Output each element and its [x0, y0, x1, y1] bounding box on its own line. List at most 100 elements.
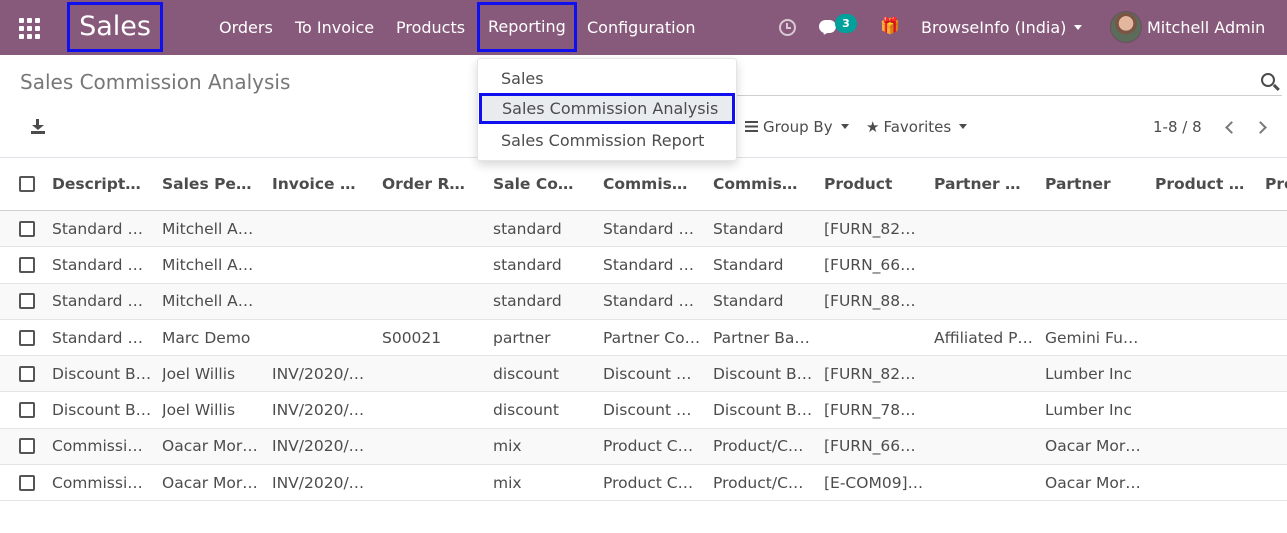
chevron-left-icon[interactable]	[1224, 120, 1234, 134]
group-by-button[interactable]: Group By	[745, 117, 849, 137]
table-cell: Mitchell A…	[162, 255, 254, 274]
table-cell: INV/2020/…	[272, 364, 365, 383]
gift-icon[interactable]: 🎁	[880, 17, 900, 35]
table-cell: Discount B…	[52, 364, 152, 383]
clock-icon[interactable]	[779, 19, 796, 36]
row-checkbox[interactable]	[19, 256, 35, 273]
apps-grid-icon[interactable]	[19, 18, 41, 39]
table-cell: Product/C…	[713, 437, 804, 456]
menu-to-invoice[interactable]: To Invoice	[295, 0, 374, 55]
column-header[interactable]: Partner …	[934, 158, 1038, 210]
menu-products[interactable]: Products	[396, 0, 465, 55]
table-cell: Product/C…	[713, 473, 804, 492]
table-cell: discount	[493, 364, 559, 383]
table-row[interactable]: Commissi… Oacar Mor… INV/2020/… mix Product …	[0, 428, 1287, 466]
table-cell: Discount B…	[713, 401, 813, 420]
table-cell: Partner Ba…	[713, 328, 810, 347]
company-switcher[interactable]: BrowseInfo (India)	[921, 0, 1083, 55]
app-name[interactable]: Sales	[67, 2, 163, 52]
table-cell: Marc Demo	[162, 328, 251, 347]
table-cell: Lumber Inc	[1045, 364, 1132, 383]
row-checkbox[interactable]	[19, 293, 35, 310]
table-row[interactable]: Standard … Mitchell A… standard Standard … S…	[0, 211, 1287, 248]
table-cell	[1155, 392, 1259, 427]
menu-item-sales[interactable]: Sales	[478, 63, 736, 94]
table-cell: Standard …	[52, 292, 143, 311]
user-menu[interactable]: Mitchell Admin	[1147, 0, 1265, 55]
menu-item-sales-commission-report[interactable]: Sales Commission Report	[478, 125, 736, 156]
table-cell: Standard	[713, 255, 784, 274]
table-cell	[1155, 465, 1259, 500]
row-checkbox[interactable]	[19, 220, 35, 237]
messages-badge: 3	[835, 14, 857, 33]
row-checkbox[interactable]	[19, 474, 35, 491]
row-checkbox[interactable]	[19, 365, 35, 382]
table-cell: Oacar Mor…	[162, 473, 258, 492]
table-cell	[272, 247, 376, 282]
menu-item-sales-commission-analysis[interactable]: Sales Commission Analysis	[479, 93, 735, 124]
table-cell	[1045, 211, 1149, 246]
company-name: BrowseInfo (India)	[921, 18, 1067, 37]
table-cell: INV/2020/…	[272, 401, 365, 420]
table-cell: Standard	[713, 292, 784, 311]
commission-table: Descript… Sales Pe… Invoice … Order R… S…	[0, 157, 1287, 502]
avatar[interactable]	[1110, 11, 1142, 43]
column-header[interactable]: Order R…	[382, 158, 486, 210]
table-cell: INV/2020/…	[272, 473, 365, 492]
table-cell: Joel Willis	[162, 401, 236, 420]
table-row[interactable]: Discount B… Joel Willis INV/2020/… discount…	[0, 356, 1287, 393]
column-header[interactable]: Commis…	[603, 158, 707, 210]
pager-value[interactable]: 1-8 / 8	[1153, 117, 1202, 137]
table-cell: Standard …	[52, 328, 143, 347]
group-by-label: Group By	[763, 118, 833, 136]
table-cell: standard	[493, 255, 562, 274]
table-row[interactable]: Standard … Mitchell A… standard Standard … S…	[0, 247, 1287, 284]
row-checkbox[interactable]	[19, 438, 35, 455]
table-cell: Standard …	[52, 219, 143, 238]
download-icon[interactable]	[30, 118, 46, 134]
search-icon[interactable]	[1261, 73, 1275, 87]
table-cell: Partner Co…	[603, 328, 701, 347]
menu-orders[interactable]: Orders	[219, 0, 273, 55]
column-header[interactable]: Sales Pe…	[162, 158, 266, 210]
column-header[interactable]: Invoice …	[272, 158, 376, 210]
chevron-right-icon[interactable]	[1256, 120, 1266, 134]
column-header[interactable]: Product	[824, 158, 928, 210]
table-cell	[934, 356, 1038, 391]
table-cell	[1045, 284, 1149, 319]
table-cell	[382, 284, 486, 319]
search-input[interactable]	[737, 95, 1282, 96]
row-checkbox[interactable]	[19, 329, 35, 346]
table-cell: Discount …	[603, 364, 692, 383]
column-header[interactable]: Partner	[1045, 158, 1149, 210]
table-cell	[1155, 247, 1259, 282]
table-cell	[934, 211, 1038, 246]
table-row[interactable]: Discount B… Joel Willis INV/2020/… discount…	[0, 392, 1287, 429]
table-cell	[1155, 429, 1259, 464]
table-cell	[824, 320, 928, 355]
column-header[interactable]: Product …	[1155, 158, 1259, 210]
favorites-button[interactable]: ★ Favorites	[866, 117, 968, 137]
row-checkbox[interactable]	[19, 402, 35, 419]
table-row[interactable]: Commissi… Oacar Mor… INV/2020/… mix Product …	[0, 465, 1287, 502]
page-title: Sales Commission Analysis	[20, 70, 291, 94]
table-cell	[382, 465, 486, 500]
column-header[interactable]: Descript…	[52, 158, 156, 210]
menu-configuration[interactable]: Configuration	[587, 0, 696, 55]
table-cell: standard	[493, 292, 562, 311]
table-row[interactable]: Standard … Marc Demo S00021 partner Partner …	[0, 320, 1287, 357]
table-cell: Gemini Fu…	[1045, 328, 1139, 347]
table-cell: Standard …	[603, 219, 694, 238]
chat-icon[interactable]	[819, 20, 836, 33]
column-header[interactable]: Commis…	[713, 158, 817, 210]
menu-reporting[interactable]: Reporting	[477, 2, 577, 52]
table-row[interactable]: Standard … Mitchell A… standard Standard … S…	[0, 283, 1287, 320]
table-cell: [FURN_82…	[824, 219, 916, 238]
table-cell: Oacar Mor…	[162, 437, 258, 456]
column-header[interactable]: Sale Co…	[493, 158, 597, 210]
select-all-checkbox[interactable]	[19, 176, 35, 192]
favorites-label: Favorites	[883, 118, 952, 136]
table-cell: INV/2020/…	[272, 437, 365, 456]
table-cell: mix	[493, 473, 522, 492]
column-header[interactable]: Pro	[1265, 158, 1287, 210]
